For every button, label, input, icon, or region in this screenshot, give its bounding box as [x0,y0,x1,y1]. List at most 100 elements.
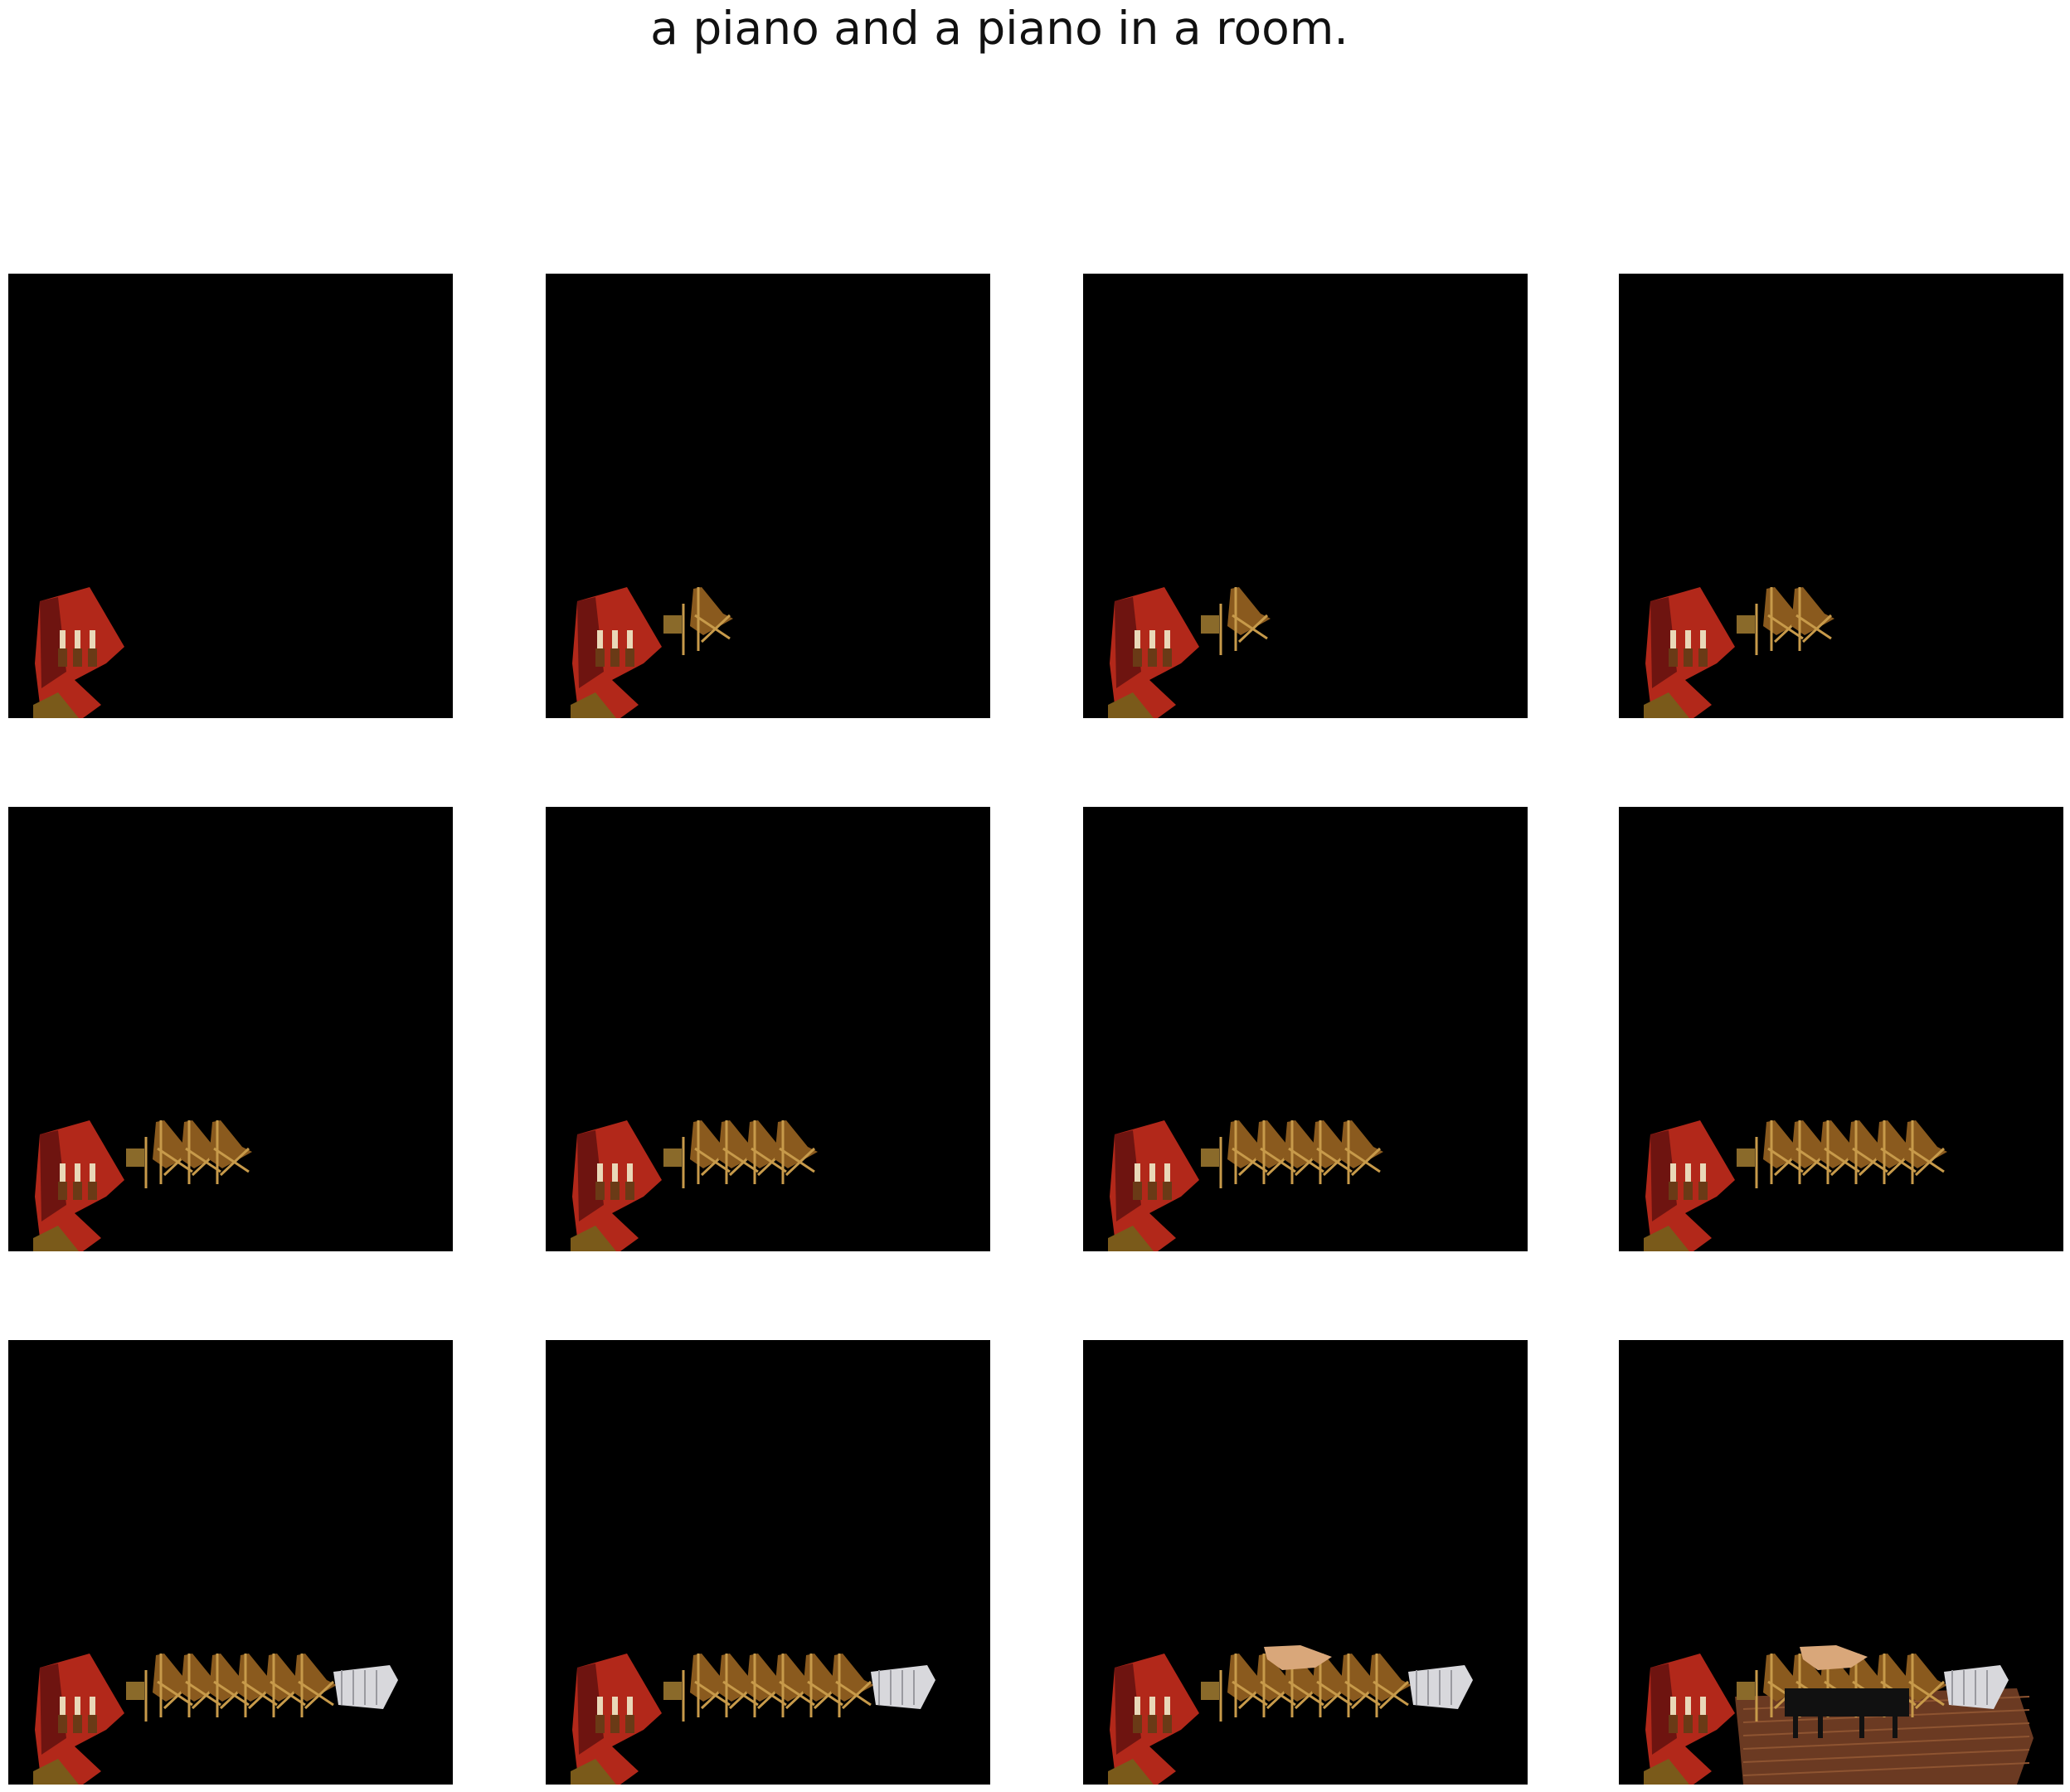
small-box [126,1682,144,1700]
wood-chair-4 [775,1120,818,1184]
small-box [1201,615,1219,634]
wood-chair-6 [294,1654,337,1717]
panel-12 [1619,1340,2063,1785]
red-chair-slat-base [595,1715,605,1733]
panel-3 [1083,274,1528,718]
red-chair-slat-base [625,648,634,667]
red-chair-slat-base [1669,648,1678,667]
wood-chair-1 [1227,587,1271,651]
wood-chair-seat [831,1654,874,1702]
panel-7 [1083,807,1528,1251]
panel-1-image [33,587,124,718]
red-chair-slat-base [610,648,620,667]
red-chair-slat-base [1148,648,1157,667]
wood-chair-6 [831,1654,874,1717]
wood-chair-6 [1368,1654,1412,1717]
figure-title: a piano and a piano in a room. [650,2,1348,55]
silver-rack [1408,1665,1473,1709]
red-chair [571,1120,662,1251]
piano-leg [1893,1713,1898,1738]
red-chair-slat-base [1163,1182,1172,1200]
small-box [663,615,682,634]
red-chair-slat-base [1698,1182,1708,1200]
panel-4 [1619,274,2063,718]
wood-chair-seat [1791,587,1834,635]
red-chair-slat-base [88,648,97,667]
red-chair [1644,587,1735,718]
piano-leg [1818,1713,1823,1738]
panel-7-image [1108,1120,1383,1251]
silver-rack [333,1665,398,1709]
panel-10-image [571,1654,935,1785]
piano-body [1785,1688,1909,1717]
red-chair-slat-base [1684,1182,1693,1200]
red-chair-slat-base [625,1715,634,1733]
small-box [126,1149,144,1167]
small-box [1737,1682,1755,1700]
red-chair-slat-base [1684,1715,1693,1733]
red-chair-slat-base [58,648,67,667]
red-chair-slat-base [1133,648,1142,667]
red-chair-slat-base [1133,1182,1142,1200]
panel-4-image [1644,587,1834,718]
red-chair-slat-base [1163,648,1172,667]
red-chair [571,587,662,718]
silver-rack [871,1665,935,1709]
red-chair [33,1120,124,1251]
red-chair-slat-base [1669,1182,1678,1200]
panel-11-image [1108,1645,1473,1785]
panel-12-image [1644,1645,2034,1785]
panel-9-image [33,1654,398,1785]
small-box [663,1682,682,1700]
panel-2 [546,274,990,718]
red-chair [1108,1120,1199,1251]
red-chair-slat-base [610,1715,620,1733]
red-chair [33,1654,124,1785]
red-chair-slat-base [1698,648,1708,667]
small-box [663,1149,682,1167]
panel-10 [546,1340,990,1785]
red-chair-slat-base [1148,1715,1157,1733]
panel-3-image [1108,587,1271,718]
red-chair-slat-base [610,1182,620,1200]
red-chair-slat-base [73,1715,82,1733]
panel-5-image [33,1120,252,1251]
red-chair-slat-base [625,1182,634,1200]
wood-chair-seat [1368,1654,1412,1702]
panel-6 [546,807,990,1251]
small-box [1201,1682,1219,1700]
panel-9 [8,1340,453,1785]
panel-5 [8,807,453,1251]
red-chair [1108,587,1199,718]
red-chair-slat-base [1684,648,1693,667]
wood-chair-seat [1227,587,1271,635]
panel-2-image [571,587,733,718]
wood-chair-seat [209,1120,252,1168]
red-chair-slat-base [1698,1715,1708,1733]
piano-leg [1859,1713,1864,1738]
panel-8-image [1644,1120,1947,1251]
wood-chair-6 [1904,1120,1947,1184]
red-chair-slat-base [1133,1715,1142,1733]
wood-chair-seat [1904,1120,1947,1168]
small-box [1737,615,1755,634]
red-chair-slat-base [88,1715,97,1733]
wood-chair-5 [1340,1120,1383,1184]
panel-11 [1083,1340,1528,1785]
red-chair-slat-base [1148,1182,1157,1200]
piano-leg [1793,1713,1798,1738]
red-chair-slat-base [1163,1715,1172,1733]
image-grid [8,274,2063,1785]
red-chair [33,587,124,718]
red-chair [571,1654,662,1785]
red-chair [1108,1654,1199,1785]
red-chair-slat-base [58,1715,67,1733]
wood-chair-seat [1340,1120,1383,1168]
red-chair [1644,1120,1735,1251]
small-box [1201,1149,1219,1167]
red-chair-slat-base [595,1182,605,1200]
wood-chair-seat [690,587,733,635]
wood-chair-2 [1791,587,1834,651]
wood-chair-1 [690,587,733,651]
red-chair-slat-base [595,648,605,667]
